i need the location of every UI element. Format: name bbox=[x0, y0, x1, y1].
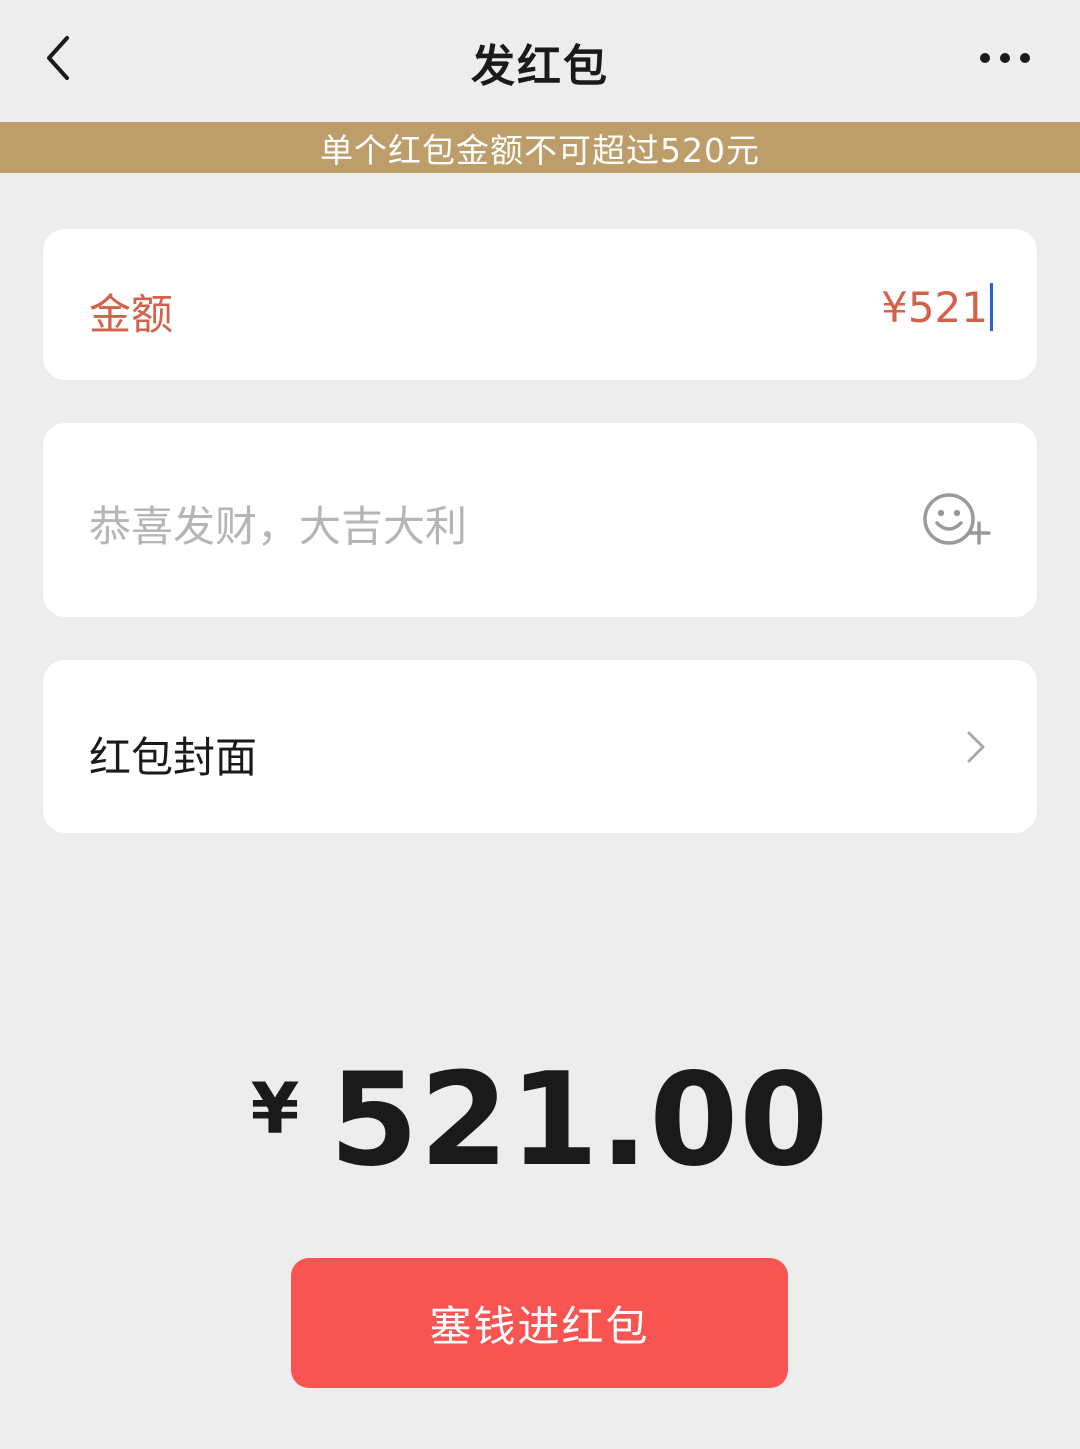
amount-label: 金额 bbox=[89, 290, 174, 339]
cover-label: 红包封面 bbox=[89, 733, 258, 782]
emoji-button[interactable] bbox=[921, 491, 993, 551]
send-red-packet-page: 发红包 单个红包金额不可超过520元 金额 ¥521 恭喜发财，大吉大利 红包封… bbox=[0, 0, 1080, 1449]
header: 发红包 bbox=[0, 0, 1080, 122]
text-caret bbox=[990, 283, 993, 331]
send-money-button[interactable]: 塞钱进红包 bbox=[291, 1258, 788, 1388]
page-title: 发红包 bbox=[471, 41, 609, 92]
red-packet-cover-row[interactable]: 红包封面 bbox=[43, 660, 1037, 833]
more-button[interactable] bbox=[970, 36, 1040, 80]
limit-warning-banner: 单个红包金额不可超过520元 bbox=[0, 122, 1080, 173]
emoji-add-icon bbox=[923, 493, 991, 545]
greeting-card: 恭喜发财，大吉大利 bbox=[43, 423, 1037, 617]
greeting-input[interactable]: 恭喜发财，大吉大利 bbox=[89, 493, 869, 553]
more-dots-icon bbox=[980, 53, 1030, 63]
amount-value: ¥521 bbox=[881, 282, 988, 332]
total-amount: ¥ 521.00 bbox=[0, 1056, 1080, 1186]
chevron-right-icon bbox=[967, 731, 985, 763]
total-value: 521.00 bbox=[329, 1046, 830, 1195]
amount-input[interactable]: ¥521 bbox=[881, 279, 993, 335]
amount-card: 金额 ¥521 bbox=[43, 229, 1037, 380]
total-currency: ¥ bbox=[250, 1068, 300, 1150]
